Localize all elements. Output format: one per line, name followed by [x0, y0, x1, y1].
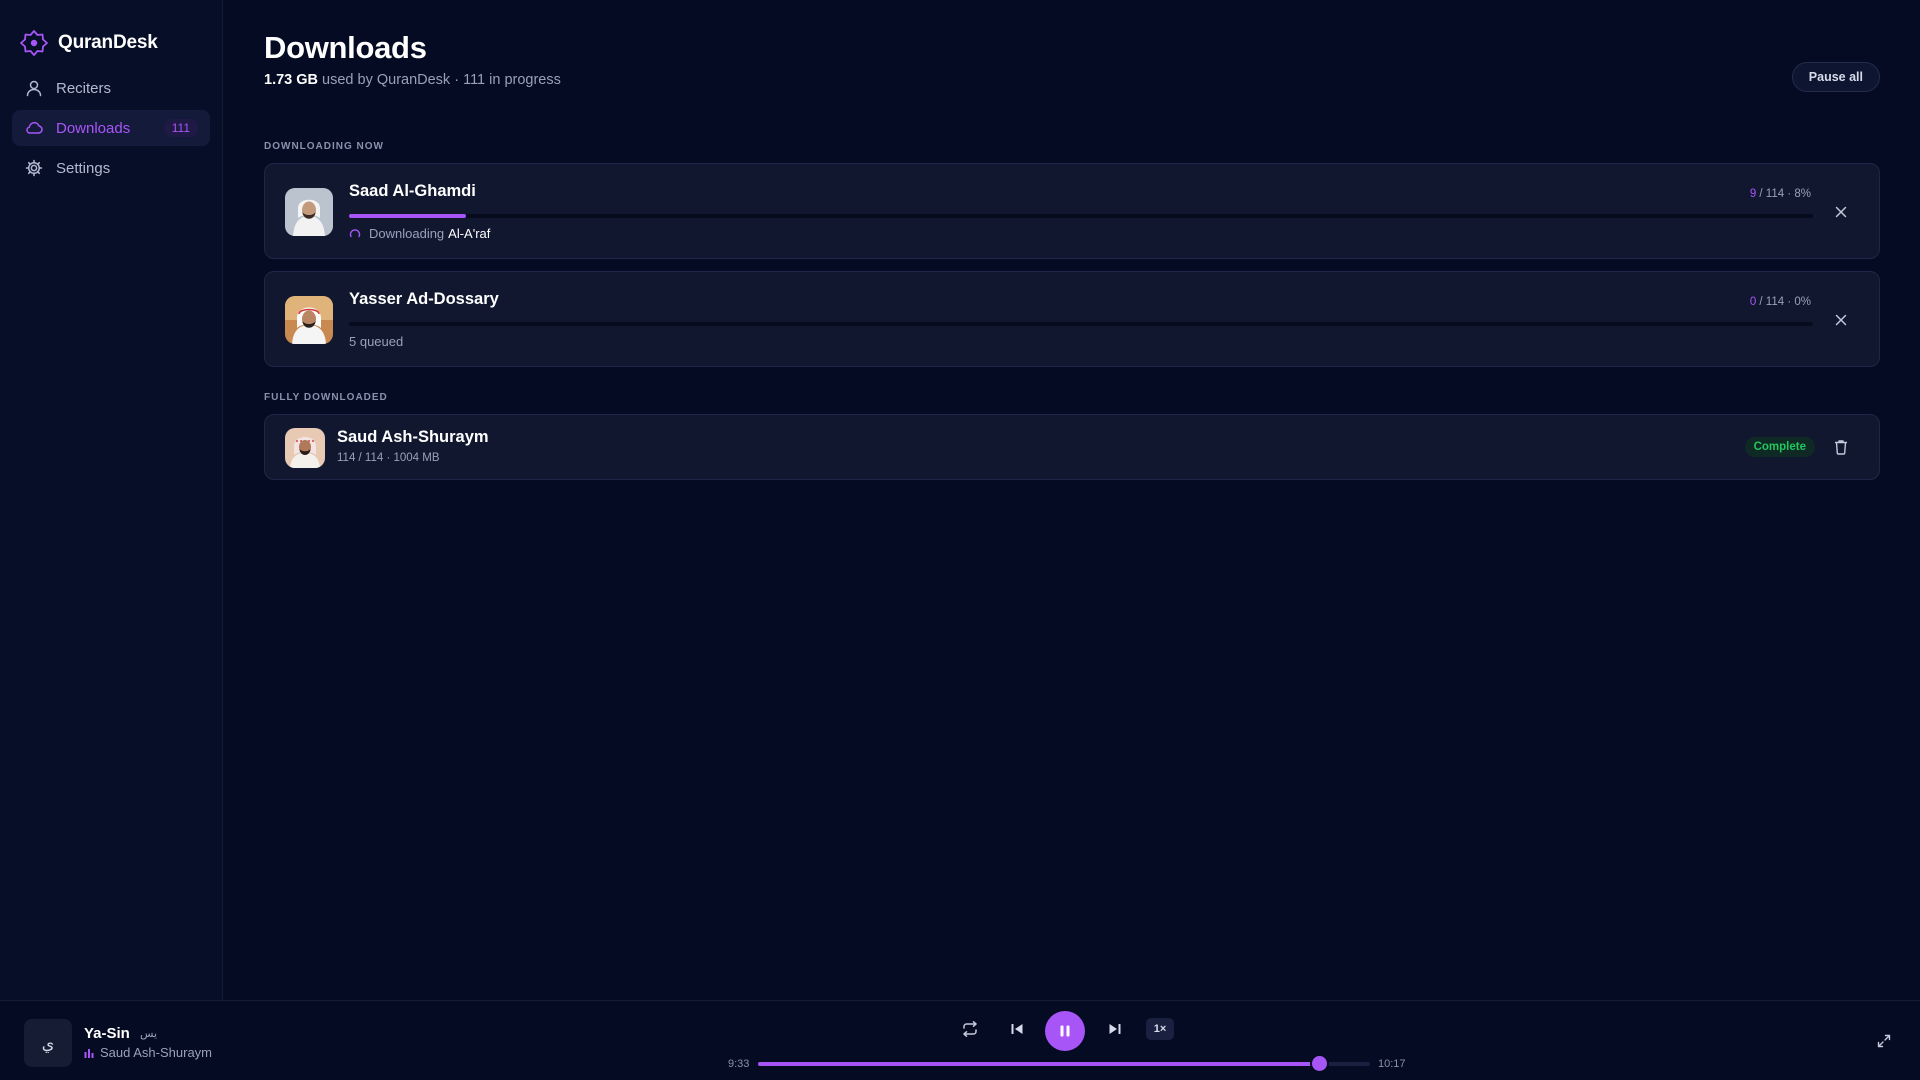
storage-text: used by QuranDesk	[322, 72, 451, 88]
repeat-icon	[963, 1021, 977, 1037]
playback-speed-button[interactable]: 1×	[1146, 1018, 1174, 1040]
page-title: Downloads	[264, 30, 427, 65]
player-bar: ي Ya-Sin يس Saud Ash-Shuraym 1× 9:33 10:…	[0, 1000, 1920, 1080]
loading-spinner-icon	[349, 228, 361, 237]
download-status: Downloading Al-A'raf	[349, 226, 490, 241]
completed-card: Saud Ash-Shuraym 114 / 114 · 1004 MB Com…	[264, 414, 1880, 480]
total-duration: 10:17	[1378, 1058, 1406, 1070]
reciter-avatar	[285, 188, 333, 236]
sidebar-item-label: Downloads	[56, 119, 131, 137]
skip-next-icon	[1109, 1024, 1121, 1034]
status-item: Al-A'raf	[448, 226, 491, 241]
storage-summary: 1.73 GB used by QuranDesk · 111 in progr…	[264, 72, 1880, 88]
download-progress-bar	[349, 214, 1813, 218]
sidebar-item-label: Settings	[56, 159, 111, 177]
download-card: Yasser Ad-Dossary 0 / 114 · 0% 5 queued	[264, 271, 1880, 367]
download-count: 9 / 114 · 8%	[1750, 188, 1811, 200]
seek-handle[interactable]	[1312, 1056, 1327, 1071]
reciter-name: Saud Ash-Shuraym	[337, 428, 489, 446]
equalizer-icon	[84, 1048, 94, 1058]
cloud-icon	[24, 118, 44, 138]
brand[interactable]: QuranDesk	[0, 0, 222, 66]
skip-previous-icon	[1011, 1024, 1023, 1034]
download-progress-bar	[349, 322, 1813, 326]
download-done: 9	[1749, 188, 1757, 200]
download-card: Saad Al-Ghamdi 9 / 114 · 8% Downloading …	[264, 163, 1880, 259]
download-count: 0 / 114 · 0%	[1750, 296, 1811, 308]
play-pause-button[interactable]	[1045, 1011, 1085, 1051]
download-total: / 114 · 8%	[1759, 188, 1811, 200]
now-playing-artwork[interactable]: ي	[24, 1019, 72, 1067]
next-button[interactable]	[1103, 1017, 1127, 1041]
status-prefix: 5 queued	[349, 334, 404, 349]
storage-used: 1.73 GB	[264, 72, 318, 88]
pause-all-button[interactable]: Pause all	[1791, 62, 1880, 92]
sidebar-item-reciters[interactable]: Reciters	[12, 70, 210, 106]
reciter-name: Yasser Ad-Dossary	[349, 290, 499, 308]
download-total: / 114 · 0%	[1759, 296, 1811, 308]
seek-bar[interactable]	[758, 1062, 1370, 1066]
section-label-downloading: DOWNLOADING NOW	[264, 141, 384, 152]
now-playing-title: Ya-Sin	[84, 1025, 130, 1042]
close-icon	[1835, 314, 1847, 326]
reciter-name: Saad Al-Ghamdi	[349, 182, 476, 200]
expand-icon	[1877, 1034, 1891, 1048]
sidebar-item-settings[interactable]: Settings	[12, 150, 210, 186]
gear-icon	[24, 158, 44, 178]
now-playing-artist-name: Saud Ash-Shuraym	[100, 1045, 213, 1060]
sidebar-item-downloads[interactable]: Downloads 111	[12, 110, 210, 146]
reciter-avatar	[285, 296, 333, 344]
downloads-count-badge: 111	[163, 119, 198, 137]
sidebar: QuranDesk Reciters Downloads 111 Setting…	[0, 0, 223, 1000]
elapsed-time: 9:33	[728, 1058, 750, 1070]
trash-icon	[1835, 440, 1847, 455]
app-name: QuranDesk	[58, 32, 158, 53]
seek-bar-fill	[758, 1062, 1328, 1066]
close-icon	[1835, 206, 1847, 218]
download-progress-fill	[349, 214, 467, 218]
sidebar-nav: Reciters Downloads 111 Settings	[0, 66, 222, 194]
reciter-avatar	[285, 428, 325, 468]
expand-player-button[interactable]	[1872, 1029, 1896, 1053]
app-window: QuranDesk Reciters Downloads 111 Setting…	[0, 0, 1920, 1080]
status-prefix: Downloading	[369, 226, 445, 241]
pause-icon	[1060, 1025, 1070, 1037]
delete-download-button[interactable]	[1829, 435, 1853, 459]
previous-button[interactable]	[1005, 1017, 1029, 1041]
app-logo-icon	[20, 30, 48, 56]
in-progress-count: · 111 in progress	[454, 72, 561, 88]
sidebar-item-label: Reciters	[56, 79, 112, 97]
complete-badge: Complete	[1744, 437, 1815, 457]
download-meta: 114 / 114 · 1004 MB	[337, 452, 440, 464]
repeat-button[interactable]	[958, 1017, 982, 1041]
user-icon	[24, 78, 44, 98]
now-playing-title-arabic: يس	[140, 1027, 158, 1040]
download-done: 0	[1749, 296, 1757, 308]
now-playing-artist: Saud Ash-Shuraym	[84, 1045, 212, 1060]
cancel-download-button[interactable]	[1829, 200, 1853, 224]
section-label-fully-downloaded: FULLY DOWNLOADED	[264, 392, 388, 403]
download-status: 5 queued	[349, 334, 403, 349]
main-content: Downloads 1.73 GB used by QuranDesk · 11…	[264, 0, 1880, 480]
cancel-download-button[interactable]	[1829, 308, 1853, 332]
